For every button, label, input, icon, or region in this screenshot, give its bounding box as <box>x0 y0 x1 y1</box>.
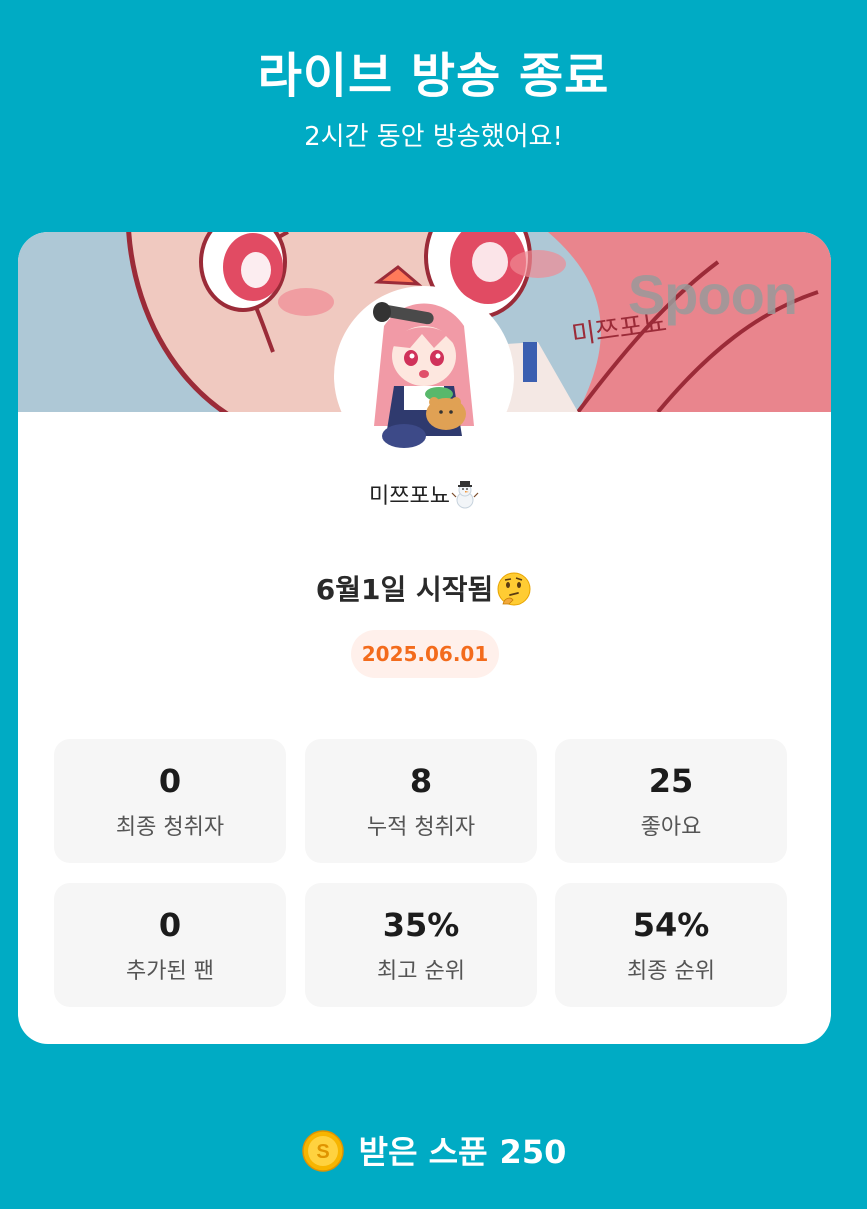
spoons-count: 250 <box>499 1133 567 1171</box>
coin-icon: S <box>301 1130 344 1172</box>
page-title: 라이브 방송 종료 <box>257 48 610 104</box>
stat-value: 8 <box>409 762 433 800</box>
date-badge: 2025.06.01 <box>351 630 499 678</box>
snowman-icon <box>451 481 479 509</box>
stat-value: 35% <box>382 906 460 944</box>
stat-label: 최고 순위 <box>377 959 465 984</box>
stat-final-listeners: 0 최종 청취자 <box>54 739 286 863</box>
spoon-logo: Spoon <box>627 263 798 326</box>
spoons-label: 받은 스푼 <box>358 1133 488 1171</box>
stat-total-listeners: 8 누적 청취자 <box>305 739 537 863</box>
stat-label: 최종 순위 <box>627 959 715 984</box>
stat-value: 25 <box>648 762 694 800</box>
dj-name-text: 미쯔포뇨 <box>369 484 450 509</box>
stat-value: 0 <box>158 906 182 944</box>
dj-avatar[interactable] <box>334 286 514 466</box>
live-title: 6월1일 시작됨 <box>18 568 831 608</box>
stat-likes: 25 좋아요 <box>555 739 787 863</box>
stat-label: 추가된 팬 <box>126 959 214 984</box>
svg-text:S: S <box>316 1141 329 1163</box>
stat-label: 최종 청취자 <box>115 815 225 840</box>
stat-label: 누적 청취자 <box>366 815 476 840</box>
live-title-text: 6월1일 시작됨 <box>315 573 494 606</box>
broadcast-duration: 2시간 동안 방송했어요! <box>304 122 563 152</box>
thinking-face-icon <box>497 572 531 606</box>
stat-label: 좋아요 <box>640 815 702 840</box>
stat-final-rank: 54% 최종 순위 <box>555 883 787 1007</box>
stat-new-fans: 0 추가된 팬 <box>54 883 286 1007</box>
stat-value: 54% <box>632 906 710 944</box>
received-spoons: S 받은 스푼 250 <box>0 1128 867 1176</box>
dj-name[interactable]: 미쯔포뇨 <box>18 478 831 510</box>
live-summary-card: 미쯔포뇨 Spoon 미쯔포뇨 6월1일 시작됨 2025.06.01 0 최종… <box>18 232 831 1044</box>
stat-best-rank: 35% 최고 순위 <box>305 883 537 1007</box>
stat-value: 0 <box>158 762 182 800</box>
